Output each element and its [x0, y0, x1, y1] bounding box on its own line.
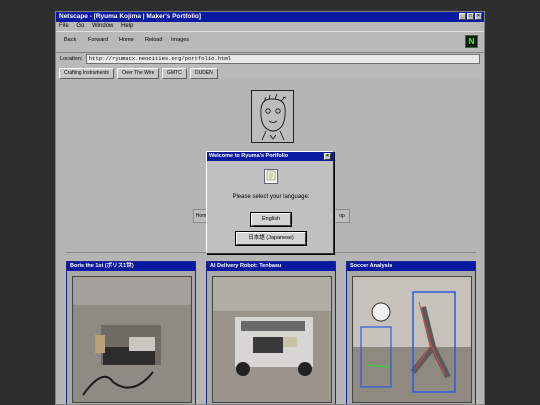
- maximize-button[interactable]: □: [467, 13, 474, 20]
- menu-bar: File Go Window Help: [56, 22, 484, 31]
- menu-window[interactable]: Window: [92, 23, 113, 29]
- dialog-close-icon[interactable]: ×: [324, 153, 331, 160]
- dialog-title: Welcome to Ryuma's Portfolio: [209, 153, 289, 159]
- card-title: Soccer Analysis: [347, 262, 475, 271]
- project-photo-tenbasu: [212, 276, 332, 403]
- menu-help[interactable]: Help: [121, 23, 133, 29]
- project-card-soccer[interactable]: Soccer Analysis: [346, 261, 476, 404]
- close-window-button[interactable]: ×: [475, 13, 482, 20]
- project-card-boris[interactable]: Boris the 1st (ボリス1世): [66, 261, 196, 404]
- menu-go[interactable]: Go: [76, 23, 84, 29]
- url-input[interactable]: http://ryumacx.neocities.org/portfolio.h…: [86, 54, 480, 64]
- card-title: Boris the 1st (ボリス1世): [67, 262, 195, 271]
- document-icon: [264, 169, 278, 184]
- window-title: Netscape - [Ryuma Kojima | Maker's Portf…: [59, 13, 202, 20]
- bookmark-duden[interactable]: DUDEN: [190, 68, 218, 79]
- project-card-tenbasu[interactable]: AI Delivery Robot: Tenbasu: [206, 261, 336, 404]
- reload-button[interactable]: Reload: [145, 37, 162, 43]
- project-photo-boris: [72, 276, 192, 403]
- forward-button[interactable]: Forward: [88, 37, 108, 43]
- project-photo-soccer: [352, 276, 472, 403]
- location-bar: Location: http://ryumacx.neocities.org/p…: [56, 53, 484, 66]
- menu-file[interactable]: File: [59, 23, 69, 29]
- language-dialog: Welcome to Ryuma's Portfolio × Please se…: [206, 151, 334, 254]
- location-label: Location:: [60, 56, 83, 62]
- shop-link-button[interactable]: op: [334, 209, 350, 223]
- home-button[interactable]: Home: [119, 37, 134, 43]
- bookmark-crafting-instruments[interactable]: Crafting Instruments: [59, 68, 115, 79]
- english-button[interactable]: English: [251, 213, 291, 226]
- language-prompt: Please select your language:: [232, 194, 310, 200]
- images-button[interactable]: Images: [171, 37, 189, 43]
- back-button[interactable]: Back: [64, 37, 76, 43]
- bookmark-over-the-wire[interactable]: Over The Wire: [117, 68, 160, 79]
- japanese-button[interactable]: 日本語 (Japanese): [236, 232, 306, 245]
- bookmark-gmtc[interactable]: GMTC: [162, 68, 187, 79]
- card-title: AI Delivery Robot: Tenbasu: [207, 262, 335, 271]
- avatar-sketch: [251, 90, 294, 143]
- window-titlebar[interactable]: Netscape - [Ryuma Kojima | Maker's Portf…: [56, 12, 484, 22]
- minimize-button[interactable]: _: [459, 13, 466, 20]
- netscape-logo-icon: N: [465, 35, 478, 48]
- dialog-titlebar[interactable]: Welcome to Ryuma's Portfolio ×: [207, 152, 333, 161]
- toolbar: Back Forward Home Reload Images N: [56, 31, 484, 53]
